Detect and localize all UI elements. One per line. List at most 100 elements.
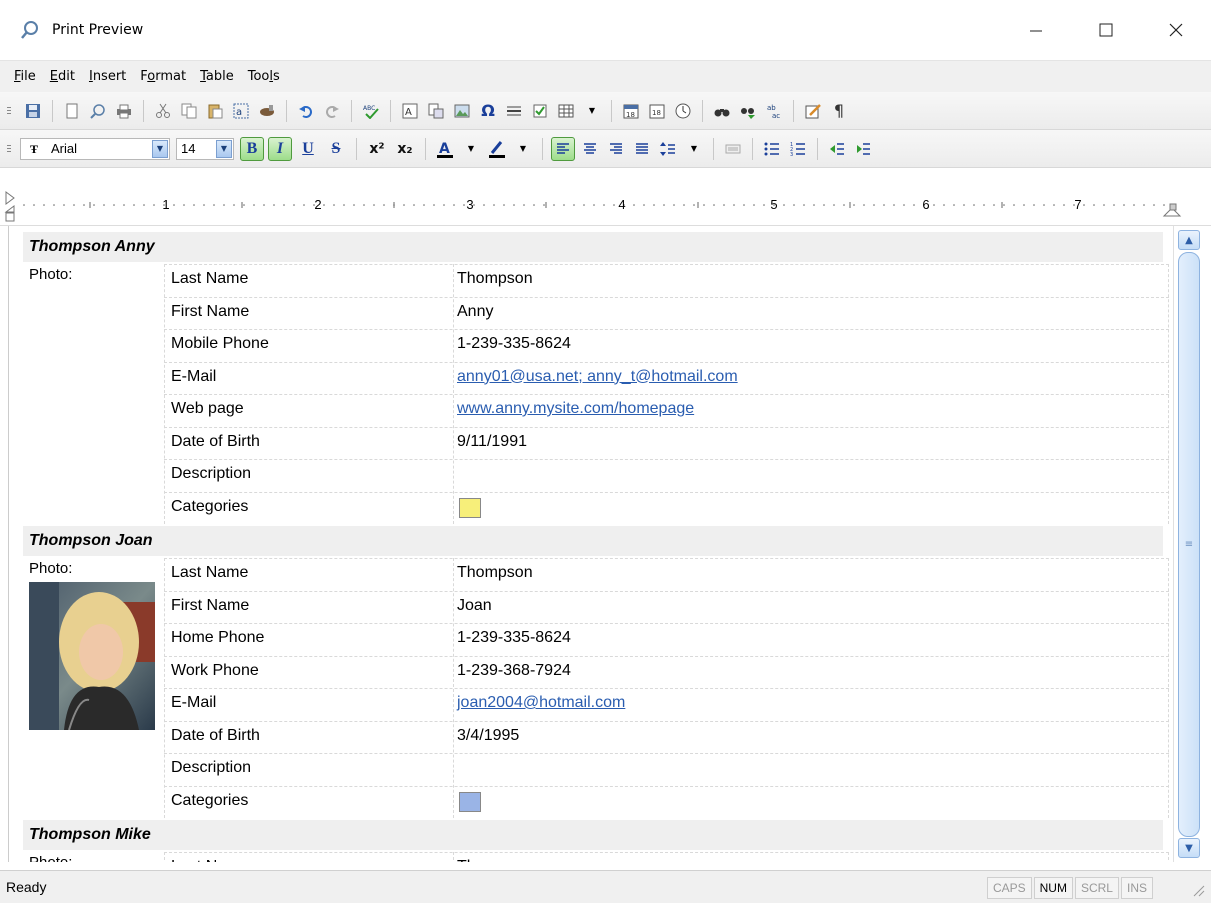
align-right-icon[interactable] bbox=[606, 139, 626, 159]
document-area[interactable]: Thompson Anny Photo: Last Name Thompson Firs… bbox=[8, 226, 1173, 862]
cut-icon[interactable] bbox=[153, 101, 173, 121]
record-header: Thompson Anny bbox=[23, 232, 1163, 262]
close-button[interactable] bbox=[1141, 0, 1211, 60]
select-all-icon[interactable]: a bbox=[231, 101, 251, 121]
insert-object-icon[interactable] bbox=[426, 101, 446, 121]
edit-icon[interactable] bbox=[803, 101, 823, 121]
resize-grip-icon[interactable] bbox=[1191, 883, 1205, 897]
field-label: Categories bbox=[171, 497, 249, 515]
font-color-icon[interactable]: A bbox=[435, 139, 455, 159]
record-header: Thompson Joan bbox=[23, 526, 1163, 556]
vertical-scrollbar[interactable]: ▲ ≡ ▼ bbox=[1173, 226, 1203, 862]
insert-table-icon[interactable] bbox=[556, 101, 576, 121]
scroll-down-button[interactable]: ▼ bbox=[1178, 838, 1200, 858]
field-value: 1-239-368-7924 bbox=[457, 661, 571, 679]
chevron-down-icon[interactable]: ▼ bbox=[152, 139, 168, 158]
align-center-icon[interactable] bbox=[580, 139, 600, 159]
ruler-number: 5 bbox=[770, 197, 777, 212]
ruler[interactable]: 1 2 3 4 5 6 7 bbox=[0, 186, 1211, 226]
minimize-button[interactable] bbox=[1001, 0, 1071, 60]
undo-icon[interactable] bbox=[296, 101, 316, 121]
calendar-icon[interactable]: 18 bbox=[647, 101, 667, 121]
menu-table[interactable]: Table bbox=[198, 66, 236, 87]
numbering-icon[interactable]: 123 bbox=[788, 139, 808, 159]
field-label: First Name bbox=[171, 302, 250, 320]
field-value: Anny bbox=[457, 302, 494, 320]
scroll-thumb[interactable]: ≡ bbox=[1178, 252, 1200, 837]
new-document-icon[interactable] bbox=[62, 101, 82, 121]
grip-icon: ≡ bbox=[1184, 539, 1194, 550]
window-controls bbox=[1001, 0, 1211, 60]
contact-photo bbox=[29, 582, 155, 730]
insert-picture-icon[interactable] bbox=[452, 101, 472, 121]
superscript-button[interactable]: x² bbox=[365, 137, 389, 161]
italic-button[interactable]: I bbox=[268, 136, 292, 161]
checkbox-icon[interactable] bbox=[530, 101, 550, 121]
chevron-down-icon[interactable]: ▼ bbox=[216, 139, 232, 158]
maximize-button[interactable] bbox=[1071, 0, 1141, 60]
svg-text:a: a bbox=[236, 107, 242, 118]
field-link[interactable]: www.anny.mysite.com/homepage bbox=[457, 400, 694, 418]
align-left-button[interactable] bbox=[551, 136, 575, 161]
menu-tools[interactable]: Tools bbox=[246, 66, 282, 87]
field-value: 1-239-335-8624 bbox=[457, 629, 571, 646]
menu-edit[interactable]: Edit bbox=[48, 66, 77, 87]
subscript-button[interactable]: x₂ bbox=[393, 137, 417, 161]
menu-file[interactable]: File bbox=[12, 66, 38, 87]
field-label: Last Name bbox=[171, 270, 249, 287]
show-formatting-icon[interactable]: ¶ bbox=[829, 101, 849, 121]
status-bar: Ready CAPS NUM SCRL INS bbox=[0, 870, 1211, 903]
indicator-caps: CAPS bbox=[986, 877, 1032, 899]
print-icon[interactable] bbox=[114, 101, 134, 121]
paste-icon[interactable] bbox=[205, 101, 225, 121]
field-link[interactable]: joan2004@hotmail.com bbox=[457, 694, 625, 712]
decrease-indent-icon[interactable] bbox=[827, 139, 847, 159]
insert-time-icon[interactable] bbox=[673, 101, 693, 121]
field-value: Thompson bbox=[457, 270, 533, 287]
find-next-icon[interactable] bbox=[738, 101, 758, 121]
bold-button[interactable]: B bbox=[240, 136, 264, 161]
menu-insert[interactable]: Insert bbox=[87, 66, 128, 87]
truetype-font-icon: Ŧ bbox=[29, 141, 38, 156]
line-spacing-icon[interactable] bbox=[658, 139, 678, 159]
svg-text:18: 18 bbox=[652, 109, 661, 117]
underline-button[interactable]: U bbox=[296, 137, 320, 161]
horizontal-line-icon[interactable] bbox=[504, 101, 524, 121]
field-label: First Name bbox=[171, 596, 250, 614]
field-link[interactable]: anny01@usa.net; anny_t@hotmail.com bbox=[457, 368, 738, 386]
font-size-select[interactable]: 14 ▼ bbox=[176, 137, 234, 160]
copy-icon[interactable] bbox=[179, 101, 199, 121]
save-icon[interactable] bbox=[23, 101, 43, 121]
insert-symbol-icon[interactable]: Ω bbox=[478, 101, 498, 121]
spell-check-icon[interactable]: ABC bbox=[361, 101, 381, 121]
strikethrough-button[interactable]: S bbox=[324, 137, 348, 161]
find-icon[interactable] bbox=[712, 101, 732, 121]
font-color-dropdown-icon[interactable]: ▼ bbox=[461, 139, 481, 159]
increase-indent-icon[interactable] bbox=[853, 139, 873, 159]
toolbar-grip[interactable] bbox=[4, 101, 14, 121]
ruler-number: 7 bbox=[1074, 197, 1081, 212]
borders-icon[interactable] bbox=[723, 139, 743, 159]
toolbar-grip[interactable] bbox=[4, 139, 14, 159]
line-spacing-dropdown-icon[interactable]: ▼ bbox=[684, 139, 704, 159]
field-label: Date of Birth bbox=[171, 432, 260, 450]
key-indicators: CAPS NUM SCRL INS bbox=[985, 877, 1153, 899]
font-name-select[interactable]: Ŧ Arial ▼ bbox=[20, 137, 170, 160]
ruler-number: 2 bbox=[314, 197, 321, 212]
category-color-swatch bbox=[459, 791, 481, 812]
bullets-icon[interactable] bbox=[762, 139, 782, 159]
field-value: 9/11/1991 bbox=[457, 432, 527, 450]
menu-format[interactable]: Format bbox=[138, 66, 188, 87]
table-dropdown-icon[interactable]: ▼ bbox=[582, 101, 602, 121]
svg-text:3: 3 bbox=[790, 152, 793, 157]
highlight-dropdown-icon[interactable]: ▼ bbox=[513, 139, 533, 159]
justify-icon[interactable] bbox=[632, 139, 652, 159]
format-painter-icon[interactable] bbox=[257, 101, 277, 121]
print-preview-icon[interactable] bbox=[88, 101, 108, 121]
replace-icon[interactable]: ab ac bbox=[764, 101, 784, 121]
insert-date-icon[interactable]: 18 bbox=[621, 101, 641, 121]
highlight-color-icon[interactable] bbox=[487, 139, 507, 159]
redo-icon[interactable] bbox=[322, 101, 342, 121]
scroll-up-button[interactable]: ▲ bbox=[1178, 230, 1200, 250]
text-box-icon[interactable]: A bbox=[400, 101, 420, 121]
